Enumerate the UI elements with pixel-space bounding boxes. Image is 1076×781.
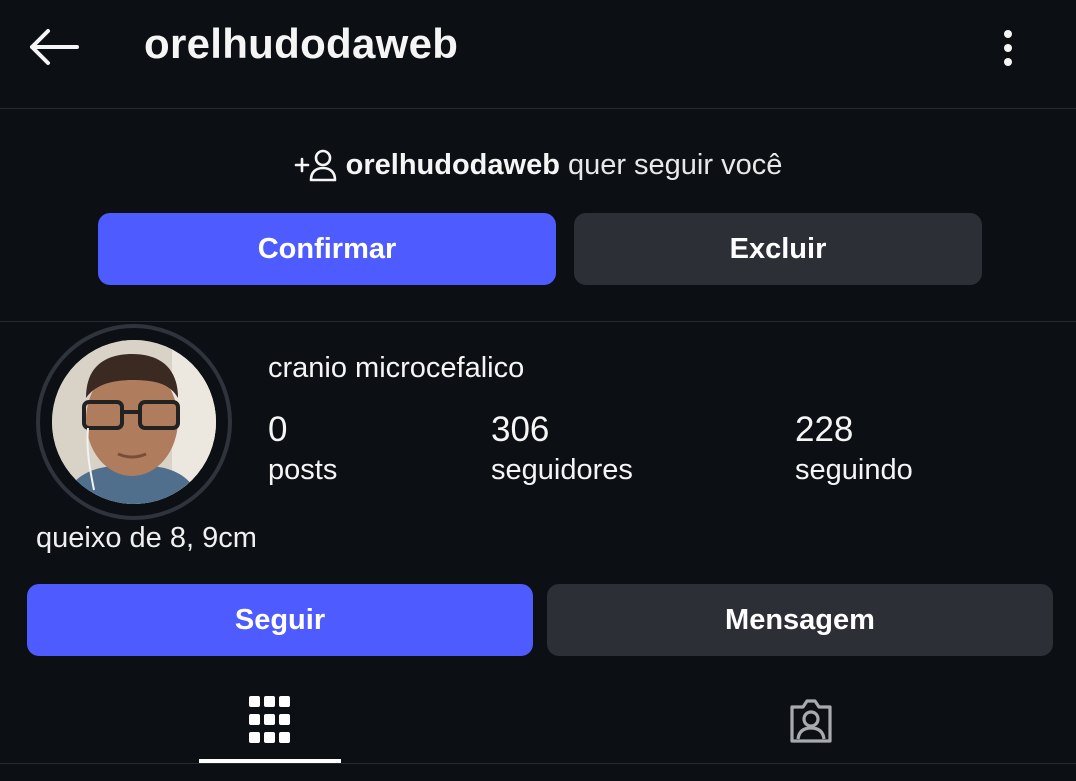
follow-button[interactable]: Seguir [27,584,533,656]
profile-page: orelhudodaweb orelhudodaweb quer seguir … [0,0,1076,781]
followers-stat[interactable]: 306 seguidores [491,410,633,487]
back-button[interactable] [24,22,82,72]
following-label: seguindo [795,454,913,486]
posts-count: 0 [268,410,288,449]
bio-text: queixo de 8, 9cm [36,522,257,554]
confirm-button[interactable]: Confirmar [98,213,556,285]
tab-posts-grid[interactable] [199,676,341,764]
tagged-person-icon [790,699,832,743]
arrow-left-icon [30,29,79,65]
avatar[interactable] [36,324,232,520]
active-tab-indicator [199,759,341,763]
following-stat[interactable]: 228 seguindo [795,410,913,487]
more-vertical-icon [1004,30,1012,66]
message-button[interactable]: Mensagem [547,584,1053,656]
following-count: 228 [795,410,854,449]
grid-icon [249,696,290,743]
follow-request-text: orelhudodaweb quer seguir você [0,148,1076,182]
profile-photo-image [52,340,216,504]
followers-count: 306 [491,410,550,449]
more-options-button[interactable] [990,26,1026,70]
add-person-icon [294,149,336,182]
posts-stat[interactable]: 0 posts [268,410,337,487]
tab-tagged[interactable] [740,676,882,764]
page-title: orelhudodaweb [144,20,459,67]
follow-request-banner: orelhudodaweb quer seguir você Confirmar… [0,110,1076,322]
profile-photo [52,340,216,504]
top-bar: orelhudodaweb [0,0,1076,109]
display-name: cranio microcefalico [268,352,525,384]
request-username[interactable]: orelhudodaweb [346,149,560,182]
posts-label: posts [268,454,338,486]
request-message: quer seguir você [567,148,783,181]
followers-label: seguidores [491,454,633,486]
delete-request-button[interactable]: Excluir [574,213,982,285]
content-tabs [0,676,1076,764]
